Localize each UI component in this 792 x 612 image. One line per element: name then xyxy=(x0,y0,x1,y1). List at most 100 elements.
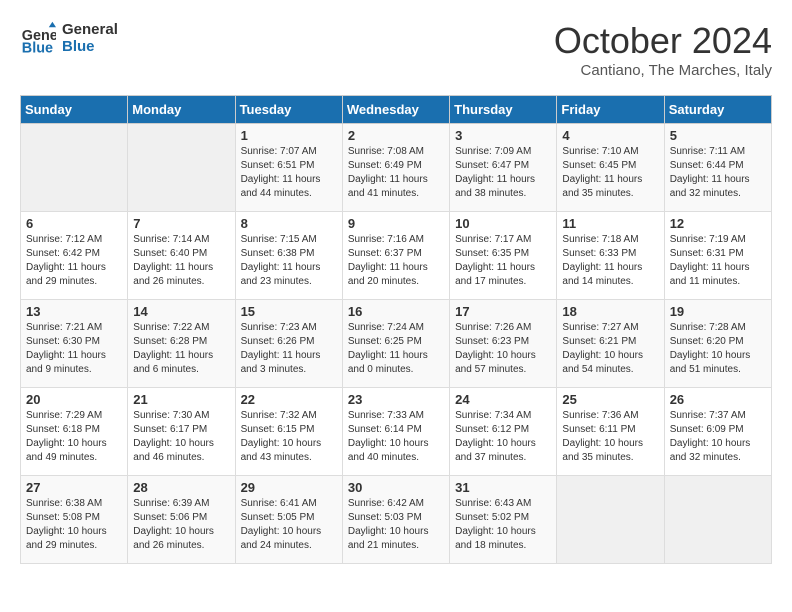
day-number: 30 xyxy=(348,480,444,495)
calendar-week-row: 27Sunrise: 6:38 AM Sunset: 5:08 PM Dayli… xyxy=(21,476,772,564)
page-header: General Blue General Blue October 2024 C… xyxy=(20,20,772,79)
calendar-cell: 16 Sunrise: 7:24 AM Sunset: 6:25 PM Dayli… xyxy=(342,300,449,388)
day-number: 20 xyxy=(26,392,122,407)
calendar-cell: 18 Sunrise: 7:27 AM Sunset: 6:21 PM Dayli… xyxy=(557,300,664,388)
day-info: Sunrise: 7:22 AM Sunset: 6:28 PM Dayligh… xyxy=(133,321,229,377)
day-header-monday: Monday xyxy=(128,96,235,124)
day-info: Sunrise: 7:32 AM Sunset: 6:15 PM Dayligh… xyxy=(241,409,337,465)
calendar-cell: 15 Sunrise: 7:23 AM Sunset: 6:26 PM Dayli… xyxy=(235,300,342,388)
day-number: 13 xyxy=(26,304,122,319)
calendar-cell xyxy=(21,124,128,212)
calendar-cell: 22 Sunrise: 7:32 AM Sunset: 6:15 PM Dayli… xyxy=(235,388,342,476)
calendar-cell: 4 Sunrise: 7:10 AM Sunset: 6:45 PM Daylig… xyxy=(557,124,664,212)
day-number: 16 xyxy=(348,304,444,319)
day-info: Sunrise: 6:41 AM Sunset: 5:05 PM Dayligh… xyxy=(241,497,337,553)
calendar-cell: 31Sunrise: 6:43 AM Sunset: 5:02 PM Dayli… xyxy=(450,476,557,564)
day-info: Sunrise: 7:11 AM Sunset: 6:44 PM Dayligh… xyxy=(670,145,766,201)
logo: General Blue General Blue xyxy=(20,20,118,56)
day-number: 21 xyxy=(133,392,229,407)
day-info: Sunrise: 7:19 AM Sunset: 6:31 PM Dayligh… xyxy=(670,233,766,289)
logo-line2: Blue xyxy=(62,38,118,55)
calendar-cell: 1 Sunrise: 7:07 AM Sunset: 6:51 PM Daylig… xyxy=(235,124,342,212)
day-number: 7 xyxy=(133,216,229,231)
calendar-week-row: 1 Sunrise: 7:07 AM Sunset: 6:51 PM Daylig… xyxy=(21,124,772,212)
day-number: 8 xyxy=(241,216,337,231)
calendar-cell xyxy=(664,476,771,564)
day-number: 6 xyxy=(26,216,122,231)
calendar-cell: 30 Sunrise: 6:42 AM Sunset: 5:03 PM Dayli… xyxy=(342,476,449,564)
day-number: 18 xyxy=(562,304,658,319)
day-info: Sunrise: 7:33 AM Sunset: 6:14 PM Dayligh… xyxy=(348,409,444,465)
calendar-cell: 21 Sunrise: 7:30 AM Sunset: 6:17 PM Dayli… xyxy=(128,388,235,476)
day-info: Sunrise: 7:18 AM Sunset: 6:33 PM Dayligh… xyxy=(562,233,658,289)
calendar-table: SundayMondayTuesdayWednesdayThursdayFrid… xyxy=(20,95,772,564)
day-info: Sunrise: 7:28 AM Sunset: 6:20 PM Dayligh… xyxy=(670,321,766,377)
day-info: Sunrise: 7:21 AM Sunset: 6:30 PM Dayligh… xyxy=(26,321,122,377)
day-info: Sunrise: 6:38 AM Sunset: 5:08 PM Dayligh… xyxy=(26,497,122,553)
day-info: Sunrise: 7:23 AM Sunset: 6:26 PM Dayligh… xyxy=(241,321,337,377)
location: Cantiano, The Marches, Italy xyxy=(554,62,772,79)
day-number: 19 xyxy=(670,304,766,319)
day-number: 15 xyxy=(241,304,337,319)
day-info: Sunrise: 7:14 AM Sunset: 6:40 PM Dayligh… xyxy=(133,233,229,289)
day-number: 12 xyxy=(670,216,766,231)
day-header-sunday: Sunday xyxy=(21,96,128,124)
day-info: Sunrise: 7:12 AM Sunset: 6:42 PM Dayligh… xyxy=(26,233,122,289)
calendar-cell: 2 Sunrise: 7:08 AM Sunset: 6:49 PM Daylig… xyxy=(342,124,449,212)
day-info: Sunrise: 7:24 AM Sunset: 6:25 PM Dayligh… xyxy=(348,321,444,377)
day-number: 17 xyxy=(455,304,551,319)
day-info: Sunrise: 7:10 AM Sunset: 6:45 PM Dayligh… xyxy=(562,145,658,201)
day-info: Sunrise: 7:37 AM Sunset: 6:09 PM Dayligh… xyxy=(670,409,766,465)
calendar-cell: 20 Sunrise: 7:29 AM Sunset: 6:18 PM Dayli… xyxy=(21,388,128,476)
day-header-saturday: Saturday xyxy=(664,96,771,124)
day-header-tuesday: Tuesday xyxy=(235,96,342,124)
calendar-cell: 28 Sunrise: 6:39 AM Sunset: 5:06 PM Dayli… xyxy=(128,476,235,564)
day-number: 9 xyxy=(348,216,444,231)
day-number: 5 xyxy=(670,128,766,143)
day-info: Sunrise: 7:27 AM Sunset: 6:21 PM Dayligh… xyxy=(562,321,658,377)
day-number: 10 xyxy=(455,216,551,231)
calendar-cell: 12 Sunrise: 7:19 AM Sunset: 6:31 PM Dayli… xyxy=(664,212,771,300)
day-number: 28 xyxy=(133,480,229,495)
day-info: Sunrise: 7:34 AM Sunset: 6:12 PM Dayligh… xyxy=(455,409,551,465)
day-number: 24 xyxy=(455,392,551,407)
day-info: Sunrise: 7:07 AM Sunset: 6:51 PM Dayligh… xyxy=(241,145,337,201)
logo-icon: General Blue xyxy=(20,20,56,56)
calendar-cell xyxy=(128,124,235,212)
day-number: 23 xyxy=(348,392,444,407)
day-info: Sunrise: 7:09 AM Sunset: 6:47 PM Dayligh… xyxy=(455,145,551,201)
calendar-cell: 11Sunrise: 7:18 AM Sunset: 6:33 PM Dayli… xyxy=(557,212,664,300)
day-number: 14 xyxy=(133,304,229,319)
day-number: 3 xyxy=(455,128,551,143)
calendar-cell: 17 Sunrise: 7:26 AM Sunset: 6:23 PM Dayli… xyxy=(450,300,557,388)
day-info: Sunrise: 7:16 AM Sunset: 6:37 PM Dayligh… xyxy=(348,233,444,289)
day-header-friday: Friday xyxy=(557,96,664,124)
calendar-cell: 6 Sunrise: 7:12 AM Sunset: 6:42 PM Daylig… xyxy=(21,212,128,300)
day-number: 2 xyxy=(348,128,444,143)
day-number: 25 xyxy=(562,392,658,407)
calendar-cell xyxy=(557,476,664,564)
day-info: Sunrise: 7:29 AM Sunset: 6:18 PM Dayligh… xyxy=(26,409,122,465)
svg-text:Blue: Blue xyxy=(22,40,53,56)
day-info: Sunrise: 7:17 AM Sunset: 6:35 PM Dayligh… xyxy=(455,233,551,289)
day-number: 31 xyxy=(455,480,551,495)
calendar-cell: 19 Sunrise: 7:28 AM Sunset: 6:20 PM Dayli… xyxy=(664,300,771,388)
day-info: Sunrise: 7:26 AM Sunset: 6:23 PM Dayligh… xyxy=(455,321,551,377)
logo-line1: General xyxy=(62,21,118,38)
calendar-cell: 29Sunrise: 6:41 AM Sunset: 5:05 PM Dayli… xyxy=(235,476,342,564)
day-info: Sunrise: 6:39 AM Sunset: 5:06 PM Dayligh… xyxy=(133,497,229,553)
calendar-week-row: 13 Sunrise: 7:21 AM Sunset: 6:30 PM Dayli… xyxy=(21,300,772,388)
day-header-thursday: Thursday xyxy=(450,96,557,124)
day-info: Sunrise: 7:30 AM Sunset: 6:17 PM Dayligh… xyxy=(133,409,229,465)
calendar-cell: 3 Sunrise: 7:09 AM Sunset: 6:47 PM Daylig… xyxy=(450,124,557,212)
day-number: 1 xyxy=(241,128,337,143)
calendar-cell: 25Sunrise: 7:36 AM Sunset: 6:11 PM Dayli… xyxy=(557,388,664,476)
calendar-cell: 5 Sunrise: 7:11 AM Sunset: 6:44 PM Daylig… xyxy=(664,124,771,212)
calendar-cell: 13 Sunrise: 7:21 AM Sunset: 6:30 PM Dayli… xyxy=(21,300,128,388)
month-title: October 2024 xyxy=(554,20,772,62)
day-number: 4 xyxy=(562,128,658,143)
day-info: Sunrise: 7:08 AM Sunset: 6:49 PM Dayligh… xyxy=(348,145,444,201)
day-number: 22 xyxy=(241,392,337,407)
calendar-cell: 27Sunrise: 6:38 AM Sunset: 5:08 PM Dayli… xyxy=(21,476,128,564)
day-info: Sunrise: 6:42 AM Sunset: 5:03 PM Dayligh… xyxy=(348,497,444,553)
